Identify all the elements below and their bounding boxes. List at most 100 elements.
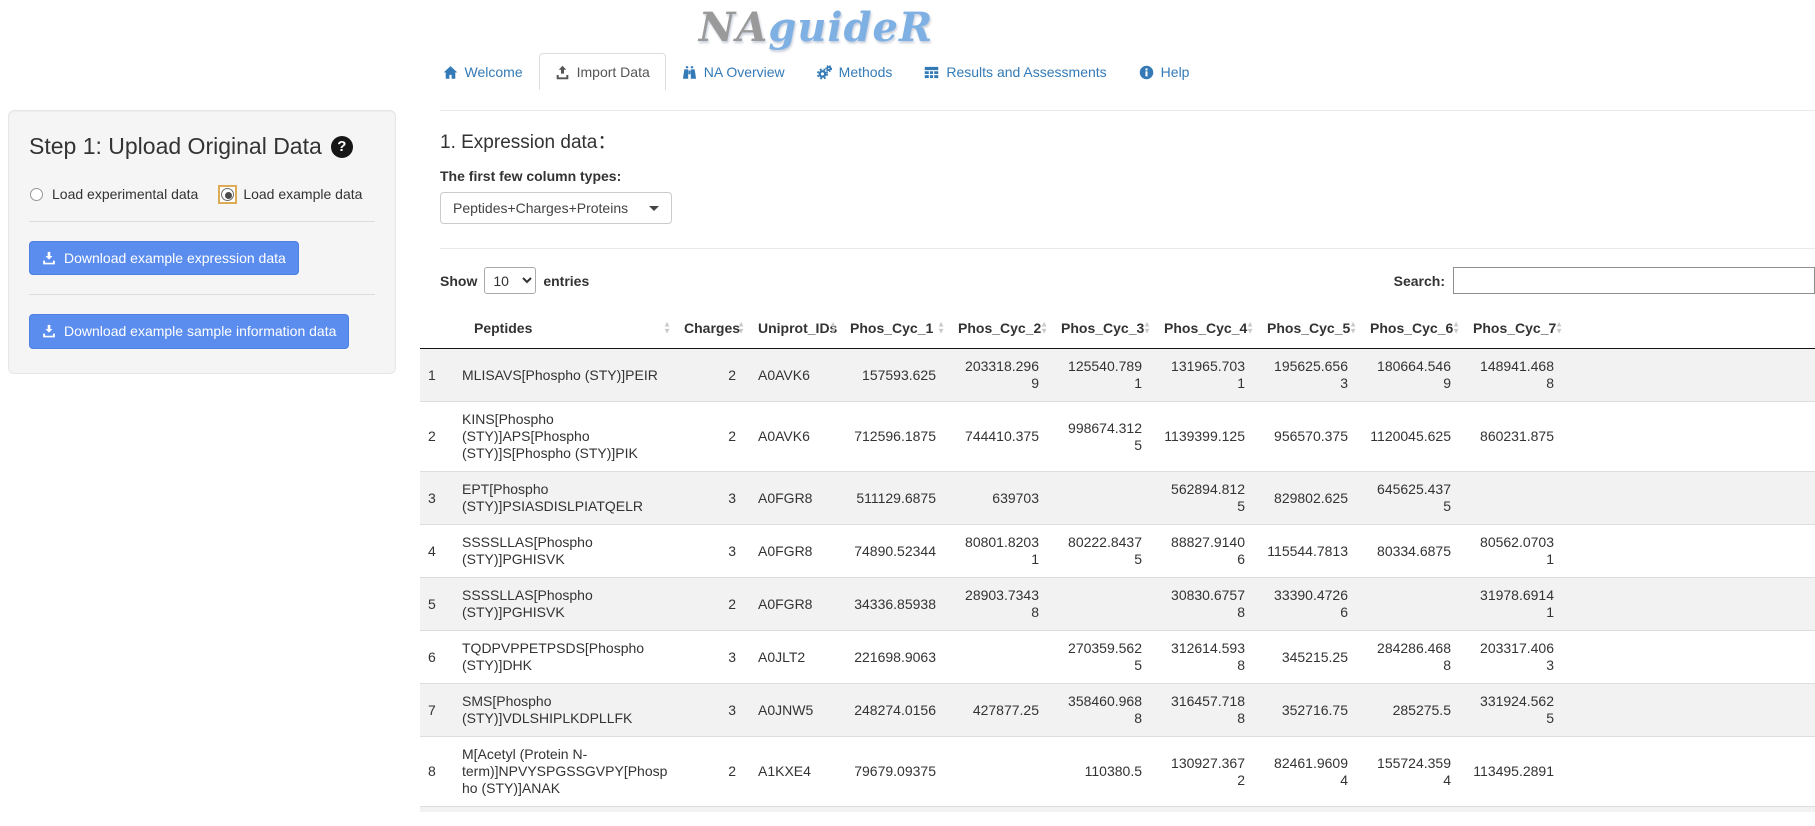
value-cell: 331924.5625 — [1465, 684, 1568, 737]
col-header-peptides[interactable]: Peptides ▲▼ — [454, 308, 676, 349]
col-header-rownum[interactable] — [420, 308, 454, 349]
value-cell: 80334.6875 — [1362, 525, 1465, 578]
gears-icon — [817, 65, 832, 80]
uniprot-cell: A0JLT2 — [750, 631, 842, 684]
tab-help[interactable]: Help — [1123, 53, 1206, 90]
sort-icon: ▲▼ — [1040, 322, 1048, 335]
value-cell: 113495.2891 — [1465, 737, 1568, 807]
value-cell: 998674.3125 — [1053, 402, 1156, 472]
value-cell: 31978.69141 — [1465, 578, 1568, 631]
table-row[interactable]: 2KINS[Phospho (STY)]APS[Phospho (STY)]S[… — [420, 402, 1815, 472]
value-cell: 645625.4375 — [1362, 472, 1465, 525]
tab-label: Help — [1161, 64, 1190, 80]
table-row[interactable]: 5SSSSLLAS[Phospho (STY)]PGHISVK2A0FGR834… — [420, 578, 1815, 631]
column-label: Peptides — [474, 320, 532, 336]
value-cell: 34336.85938 — [842, 578, 950, 631]
value-cell — [1053, 472, 1156, 525]
value-cell: 148941.4688 — [1465, 349, 1568, 402]
value-cell: 248274.0156 — [842, 684, 950, 737]
tab-results-and-assessments[interactable]: Results and Assessments — [908, 53, 1122, 90]
value-cell: 312614.5938 — [1156, 631, 1259, 684]
charge-cell: 2 — [676, 578, 750, 631]
question-circle-icon[interactable]: ? — [331, 136, 353, 158]
tab-welcome[interactable]: Welcome — [427, 53, 539, 90]
nav-tabs: WelcomeImport DataNA Overview Methods Resu… — [0, 53, 1632, 90]
sort-icon: ▲▼ — [663, 322, 671, 335]
col-header-phos-cyc-5[interactable]: Phos_Cyc_5▲▼ — [1259, 308, 1362, 349]
value-cell — [1465, 472, 1568, 525]
sort-icon: ▲▼ — [829, 322, 837, 335]
column-label: Phos_Cyc_5 — [1267, 320, 1350, 336]
value-cell: 74890.52344 — [842, 525, 950, 578]
search-input[interactable] — [1453, 267, 1815, 294]
tab-label: Methods — [839, 64, 893, 80]
value-cell: 80801.82031 — [950, 525, 1053, 578]
table-header-row: Peptides▲▼Charges▲▼Uniprot_IDs▲▼Phos_Cyc… — [420, 308, 1815, 349]
value-cell: 860231.875 — [1465, 402, 1568, 472]
value-cell: 155724.3594 — [1362, 737, 1465, 807]
spacer-cell — [1568, 349, 1815, 402]
radio-load-experimental-data[interactable]: Load experimental data — [29, 186, 198, 202]
tab-methods[interactable]: Methods — [801, 53, 909, 90]
row-number: 7 — [420, 684, 454, 737]
button-download-example-sample-information-data[interactable]: Download example sample information data — [29, 314, 349, 348]
download-icon — [42, 251, 56, 265]
row-number: 6 — [420, 631, 454, 684]
value-cell: 131965.7031 — [1156, 349, 1259, 402]
column-types-dropdown[interactable]: Peptides+Charges+Proteins — [440, 192, 672, 224]
charge-cell: 2 — [676, 349, 750, 402]
col-header-phos-cyc-7[interactable]: Phos_Cyc_7▲▼ — [1465, 308, 1568, 349]
radio-label: Load experimental data — [52, 186, 198, 202]
uniprot-cell: A1KXE4 — [750, 737, 842, 807]
uniprot-cell: A0JNW5 — [750, 684, 842, 737]
peptide-cell: SMS[Phospho (STY)]VDLSHIPLKDPLLFK — [454, 684, 676, 737]
row-number: 5 — [420, 578, 454, 631]
button-download-example-expression-data[interactable]: Download example expression data — [29, 241, 299, 275]
table-row[interactable]: 8M[Acetyl (Protein N-term)]NPVYSPGSSGVPY… — [420, 737, 1815, 807]
tab-na-overview[interactable]: NA Overview — [666, 53, 801, 90]
column-label: Phos_Cyc_6 — [1370, 320, 1453, 336]
col-header-phos-cyc-2[interactable]: Phos_Cyc_2▲▼ — [950, 308, 1053, 349]
table-row[interactable]: 7SMS[Phospho (STY)]VDLSHIPLKDPLLFK3A0JNW… — [420, 684, 1815, 737]
value-cell: 125540.7891 — [1053, 349, 1156, 402]
value-cell: 712596.1875 — [842, 402, 950, 472]
value-cell: 744410.375 — [950, 402, 1053, 472]
tab-import-data[interactable]: Import Data — [539, 53, 666, 90]
col-header-charges[interactable]: Charges▲▼ — [676, 308, 750, 349]
table-row[interactable]: 1MLISAVS[Phospho (STY)]PEIR2A0AVK6157593… — [420, 349, 1815, 402]
column-label: Charges — [684, 320, 740, 336]
upload-icon — [555, 65, 570, 80]
value-cell: 80562.07031 — [1465, 525, 1568, 578]
value-cell: 33390.47266 — [1259, 578, 1362, 631]
table-row[interactable]: 3EPT[Phospho (STY)]PSIASDISLPIATQELR3A0F… — [420, 472, 1815, 525]
col-header-uniprot-ids[interactable]: Uniprot_IDs▲▼ — [750, 308, 842, 349]
radio-load-example-data[interactable]: Load example data — [220, 186, 362, 202]
col-header-phos-cyc-1[interactable]: Phos_Cyc_1▲▼ — [842, 308, 950, 349]
column-label: Phos_Cyc_4 — [1164, 320, 1247, 336]
col-header-phos-cyc-3[interactable]: Phos_Cyc_3▲▼ — [1053, 308, 1156, 349]
peptide-cell: KINS[Phospho (STY)]APS[Phospho (STY)]S[P… — [454, 402, 676, 472]
button-label: Download example sample information data — [64, 321, 336, 341]
value-cell: 203318.2969 — [950, 349, 1053, 402]
value-cell: 130927.3672 — [1156, 737, 1259, 807]
value-cell: 285275.5 — [1362, 684, 1465, 737]
charge-cell: 3 — [676, 631, 750, 684]
column-types-value: Peptides+Charges+Proteins — [453, 200, 628, 216]
download-expression-slot: Download example expression data — [29, 241, 375, 275]
sort-icon: ▲▼ — [1349, 322, 1357, 335]
divider — [29, 221, 375, 222]
col-header-phos-cyc-4[interactable]: Phos_Cyc_4▲▼ — [1156, 308, 1259, 349]
value-cell: 157593.625 — [842, 349, 950, 402]
info-icon — [1139, 65, 1154, 80]
page-size-select[interactable]: 10 — [484, 267, 536, 294]
table-row[interactable]: 4SSSSLLAS[Phospho (STY)]PGHISVK3A0FGR874… — [420, 525, 1815, 578]
charge-cell: 3 — [676, 684, 750, 737]
col-header-phos-cyc-6[interactable]: Phos_Cyc_6▲▼ — [1362, 308, 1465, 349]
divider — [440, 110, 1815, 111]
column-label: Uniprot_IDs — [758, 320, 837, 336]
value-cell: 562894.8125 — [1156, 472, 1259, 525]
table-row[interactable]: 6TQDPVPPETPSDS[Phospho (STY)]DHK3A0JLT22… — [420, 631, 1815, 684]
uniprot-cell: A0AVK6 — [750, 402, 842, 472]
show-label: Show — [440, 273, 477, 289]
panel-title: Step 1: Upload Original Data — [29, 133, 322, 160]
